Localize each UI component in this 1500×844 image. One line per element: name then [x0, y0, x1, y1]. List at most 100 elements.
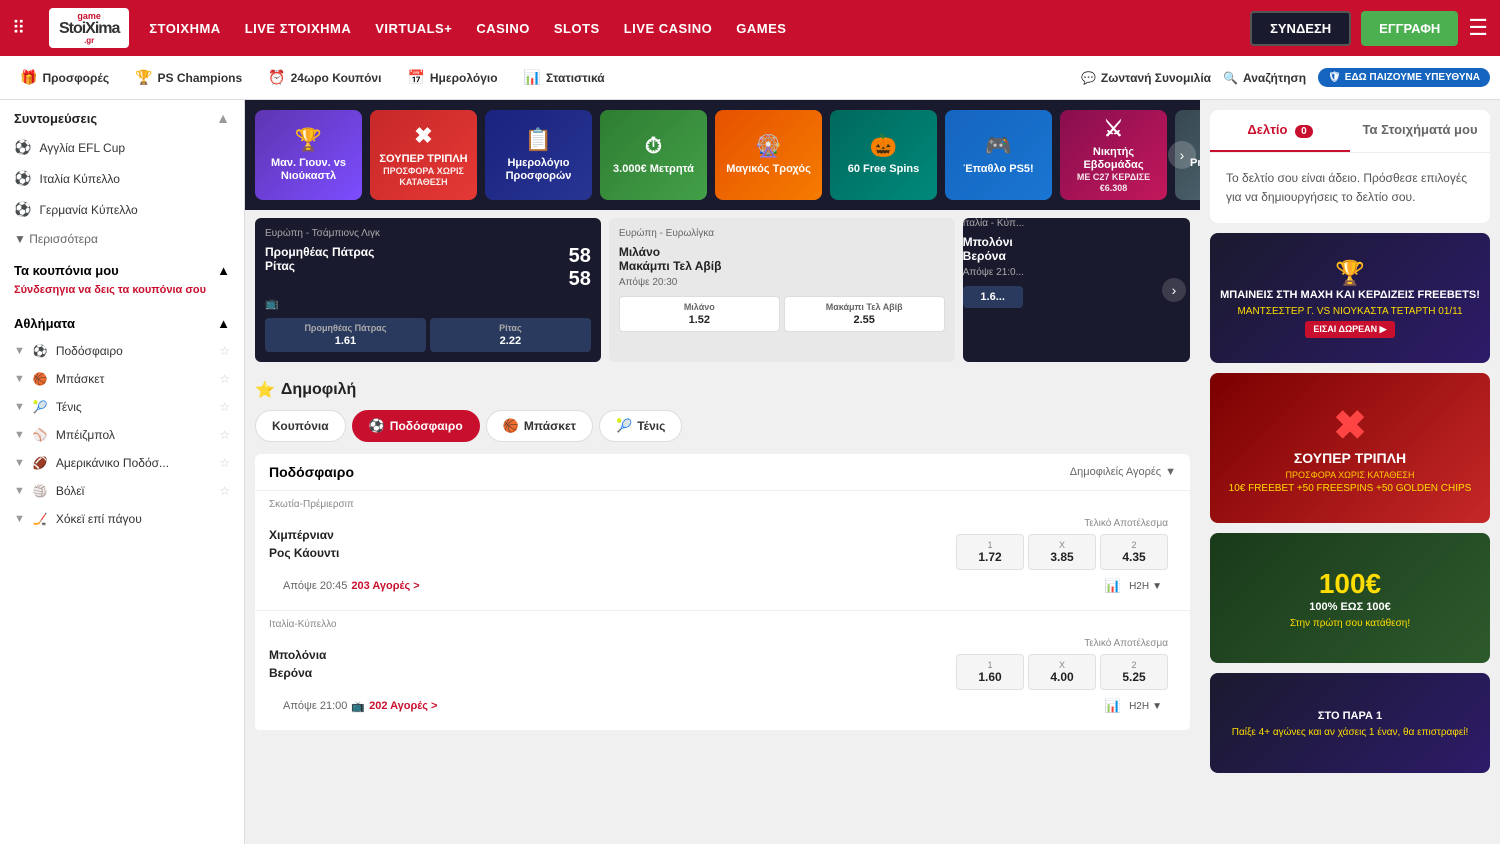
nav-promo[interactable]: 🎁 Προσφορές: [10, 65, 119, 90]
carousel-card-offers[interactable]: 📋 Ημερολόγιο Προσφορών: [485, 110, 592, 200]
carousel-row: 🏆 Μαν. Γιουν. vs Νιούκαστλ ✖ ΣΟΥΠΕΡ ΤΡΙΠ…: [245, 100, 1200, 210]
match-1-h2h[interactable]: H2H ▼: [1129, 581, 1162, 592]
sport-item-basketball[interactable]: ▼ 🏀 Μπάσκετ ☆: [0, 365, 244, 393]
sidebar-item-germany-cup[interactable]: ⚽ Γερμανία Κύπελλο: [0, 194, 244, 225]
sport-item-football[interactable]: ▼ ⚽ Ποδόσφαιρο ☆: [0, 337, 244, 365]
search-button[interactable]: 🔍 Αναζήτηση: [1223, 71, 1306, 85]
carousel-card-free-spins[interactable]: 🎃 60 Free Spins: [830, 110, 937, 200]
american-football-sport-icon: 🏈: [33, 456, 48, 470]
match-1-footer-right: 📊 H2H ▼: [1105, 578, 1162, 594]
login-link[interactable]: Σύνδεση: [14, 284, 59, 296]
stats-icon: 📊: [524, 69, 541, 86]
live-game-2-odd1[interactable]: Μιλάνο 1.52: [619, 296, 780, 332]
coupons-title: Τα κουπόνια μου: [14, 263, 119, 278]
nav-stoixima[interactable]: ΣΤΟΙΧΗΜΑ: [149, 21, 221, 36]
baseball-sport-icon: ⚾: [33, 428, 48, 442]
live-game-1-odd2[interactable]: Ρίτας 2.22: [430, 318, 591, 352]
live-game-3[interactable]: Ιταλία - Κύπ... Μπολόνι Βερόνα Απόψε 21:…: [963, 218, 1190, 362]
nav-stats[interactable]: 📊 Στατιστικά: [514, 65, 615, 90]
bet-slip-tab-deltio[interactable]: Δελτίο 0: [1210, 110, 1350, 152]
tab-coupons[interactable]: Κουπόνια: [255, 410, 346, 442]
grid-icon[interactable]: ⠿: [12, 18, 25, 39]
match-2-h2h[interactable]: H2H ▼: [1129, 701, 1162, 712]
sidebar-item-italy-cup[interactable]: ⚽ Ιταλία Κύπελλο: [0, 163, 244, 194]
football-icon: ⚽: [14, 139, 31, 156]
match-2-odds-row: 1 1.60 X 4.00 2 5.25: [956, 654, 1168, 690]
live-game-1-odd1[interactable]: Προμηθέας Πάτρας 1.61: [265, 318, 426, 352]
match-1-odd1[interactable]: 1 1.72: [956, 534, 1024, 570]
promo-card-para1-inner: ΣΤΟ ΠΑΡΑ 1 Παίξε 4+ αγώνες και αν χάσεις…: [1210, 673, 1490, 773]
promo-cta-0[interactable]: ΕΙΣΑΙ ΔΩΡΕΑΝ ▶: [1305, 321, 1394, 338]
shortcuts-title: Συντομεύσεις: [14, 111, 97, 126]
carousel-next-button[interactable]: ›: [1168, 141, 1196, 169]
register-button[interactable]: ΕΓΓΡΑΦΗ: [1361, 11, 1458, 46]
promo-card-super-triple[interactable]: ✖ ΣΟΥΠΕΡ ΤΡΙΠΛΗ ΠΡΟΣΦΟΡΑ ΧΩΡΙΣ ΚΑΤΑΘΕΣΗ …: [1210, 373, 1490, 523]
live-game-2[interactable]: Ευρώπη - Ευρωλίγκα Μιλάνο Μακάμπι Τελ Αβ…: [609, 218, 955, 362]
shortcuts-toggle[interactable]: ▲: [216, 110, 230, 126]
promo-card-para1[interactable]: ΣΤΟ ΠΑΡΑ 1 Παίξε 4+ αγώνες και αν χάσεις…: [1210, 673, 1490, 773]
nav-calendar[interactable]: 📅 Ημερολόγιο: [397, 65, 507, 90]
nav-virtuals[interactable]: VIRTUALS+: [375, 21, 452, 36]
star-icon-am-football[interactable]: ☆: [219, 456, 230, 470]
promo-card-ps-champions[interactable]: 🏆 ΜΠΑΙΝΕΙΣ ΣΤΗ ΜΑΧΗ ΚΑΙ ΚΕΡΔΙΖΕΙΣ FREEBE…: [1210, 233, 1490, 363]
ps-promo-icon: 🏆: [1335, 259, 1365, 288]
nav-links: ΣΤΟΙΧΗΜΑ LIVE ΣΤΟΙΧΗΜΑ VIRTUALS+ CASINO …: [149, 21, 1230, 36]
nav-casino[interactable]: CASINO: [476, 21, 530, 36]
nav-ps-champions[interactable]: 🏆 PS Champions: [125, 65, 252, 90]
live-games-next-btn[interactable]: ›: [1162, 278, 1186, 302]
popular-markets-button[interactable]: Δημοφιλείς Αγορές ▼: [1070, 466, 1176, 478]
carousel-card-ps5[interactable]: 🎮 Έπαθλο PS5!: [945, 110, 1052, 200]
match-2-odd1[interactable]: 1 1.60: [956, 654, 1024, 690]
carousel-card-title-4: Μαγικός Τροχός: [726, 163, 811, 176]
sport-item-american-football[interactable]: ▼ 🏈 Αμερικάνικο Ποδόσ... ☆: [0, 449, 244, 477]
star-icon-volleyball[interactable]: ☆: [219, 484, 230, 498]
coupons-toggle[interactable]: ▲: [217, 263, 230, 278]
sport-item-volleyball[interactable]: ▼ 🏐 Βόλεϊ ☆: [0, 477, 244, 505]
tab-basketball[interactable]: 🏀 Μπάσκετ: [486, 410, 593, 442]
carousel-card-super-triple[interactable]: ✖ ΣΟΥΠΕΡ ΤΡΙΠΛΗ ΠΡΟΣΦΟΡΑ ΧΩΡΙΣ ΚΑΤΑΘΕΣΗ: [370, 110, 477, 200]
match-1-odd2[interactable]: 2 4.35: [1100, 534, 1168, 570]
hamburger-icon[interactable]: ☰: [1468, 15, 1488, 41]
chevron-down-icon: ▼: [14, 232, 29, 246]
login-button[interactable]: ΣΥΝΔΕΣΗ: [1250, 11, 1351, 46]
star-icon-football[interactable]: ☆: [219, 344, 230, 358]
brand-logo[interactable]: game StoiXima .gr: [49, 8, 129, 48]
live-game-2-odd2[interactable]: Μακάμπι Τελ Αβίβ 2.55: [784, 296, 945, 332]
tab-tennis[interactable]: 🎾 Τένις: [599, 410, 682, 442]
star-icon-baseball[interactable]: ☆: [219, 428, 230, 442]
basketball-sport-icon: 🏀: [33, 372, 48, 386]
nav-live-casino[interactable]: LIVE CASINO: [624, 21, 713, 36]
carousel-card-magic-wheel[interactable]: 🎡 Μαγικός Τροχός: [715, 110, 822, 200]
star-icon-tennis[interactable]: ☆: [219, 400, 230, 414]
sport-item-ice-hockey[interactable]: ▼ 🏒 Χόκεϊ επί πάγου: [0, 505, 244, 533]
sidebar-item-efl[interactable]: ⚽ Αγγλία EFL Cup: [0, 132, 244, 163]
star-icon-basketball[interactable]: ☆: [219, 372, 230, 386]
match-1-team1: Χιμπέρνιαν: [269, 526, 956, 544]
carousel-card-ps-champions[interactable]: 🏆 Μαν. Γιουν. vs Νιούκαστλ: [255, 110, 362, 200]
carousel-card-title-0: Μαν. Γιουν. vs Νιούκαστλ: [261, 157, 356, 183]
live-game-3-odd1[interactable]: 1.6...: [963, 286, 1023, 308]
nav-24-coupon[interactable]: ⏰ 24ωρο Κουπόνι: [258, 65, 391, 90]
shortcuts-more[interactable]: ▼ Περισσότερα: [0, 225, 244, 253]
live-game-1[interactable]: Ευρώπη - Τσάμπιονς Λιγκ Προμηθέας Πάτρας…: [255, 218, 601, 362]
nav-slots[interactable]: SLOTS: [554, 21, 600, 36]
sports-toggle[interactable]: ▲: [217, 316, 230, 331]
carousel-card-counter[interactable]: ⏱ 3.000€ Μετρητά: [600, 110, 707, 200]
match-1-markets[interactable]: 203 Αγορές >: [351, 580, 419, 592]
promo-card-100[interactable]: 100€ 100% ΕΩΣ 100€ Στην πρώτη σου κατάθε…: [1210, 533, 1490, 663]
match-2-oddx[interactable]: X 4.00: [1028, 654, 1096, 690]
carousel-card-battles[interactable]: ⚔ Νικητής Εβδομάδας ΜΕ C27 ΚΕΡΔΙΣΕ €6.30…: [1060, 110, 1167, 200]
live-chat-button[interactable]: 💬 Ζωντανή Συνομιλία: [1081, 71, 1211, 85]
sport-item-baseball[interactable]: ▼ ⚾ Μπέιζμπολ ☆: [0, 421, 244, 449]
sport-item-tennis[interactable]: ▼ 🎾 Τένις ☆: [0, 393, 244, 421]
match-2-odd2[interactable]: 2 5.25: [1100, 654, 1168, 690]
bet-slip-tab-my-bets[interactable]: Τα Στοιχήματά μου: [1350, 110, 1490, 152]
chat-icon: 💬: [1081, 71, 1096, 85]
match-2-markets[interactable]: 202 Αγορές >: [369, 700, 437, 712]
match-1-oddx[interactable]: X 3.85: [1028, 534, 1096, 570]
match-2-footer: Απόψε 21:00 📺 202 Αγορές > 📊 H2H ▼: [269, 694, 1176, 722]
promo-title-0: ΜΠΑΙΝΕΙΣ ΣΤΗ ΜΑΧΗ ΚΑΙ ΚΕΡΔΙΖΕΙΣ FREEBETS…: [1220, 288, 1480, 302]
tab-football[interactable]: ⚽ Ποδόσφαιρο: [352, 410, 480, 442]
nav-games[interactable]: GAMES: [736, 21, 786, 36]
nav-live-stoixima[interactable]: LIVE ΣΤΟΙΧΗΜΑ: [245, 21, 352, 36]
